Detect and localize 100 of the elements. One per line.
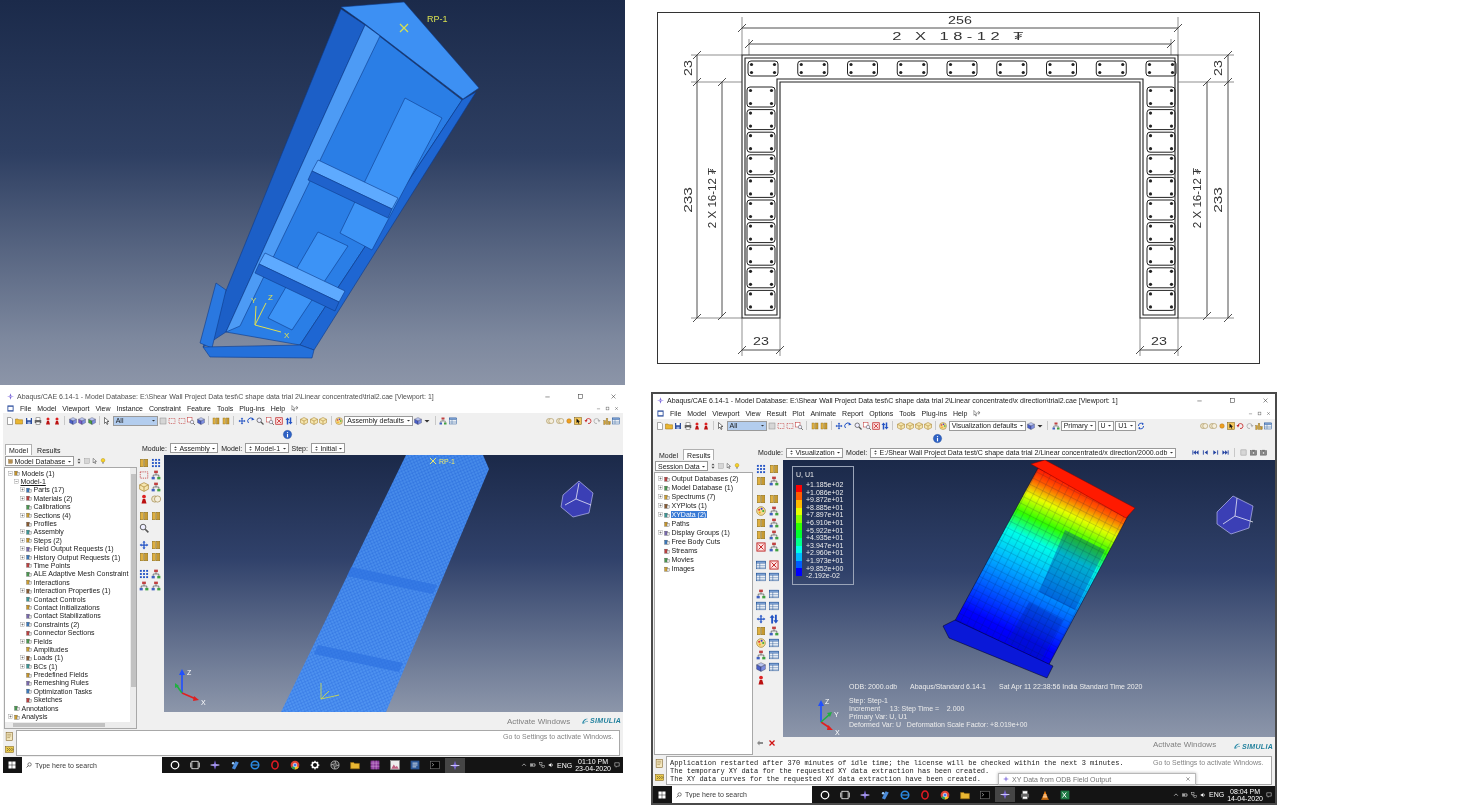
- table-icon[interactable]: [1264, 421, 1272, 430]
- help-pointer-icon[interactable]: [973, 409, 981, 417]
- columns-icon[interactable]: [756, 476, 766, 487]
- document-icon[interactable]: [6, 416, 14, 425]
- table-icon[interactable]: [448, 416, 457, 425]
- table-icon[interactable]: [612, 416, 620, 425]
- columns-icon[interactable]: [810, 421, 819, 430]
- search-icon[interactable]: [676, 791, 682, 798]
- skip-back-icon[interactable]: [1192, 449, 1199, 456]
- pawn-icon[interactable]: [139, 494, 149, 504]
- four-point-star-icon[interactable]: [1003, 776, 1009, 782]
- printer-icon[interactable]: [1020, 789, 1030, 800]
- network-icon[interactable]: [539, 762, 545, 768]
- spinner-arrows-icon[interactable]: [313, 445, 319, 451]
- search-icon[interactable]: [26, 762, 32, 768]
- hierarchy-icon[interactable]: [139, 581, 149, 591]
- expand-icon[interactable]: [658, 485, 663, 490]
- help-pointer-icon[interactable]: [291, 404, 299, 412]
- spinner-arrows-icon[interactable]: [248, 445, 254, 451]
- printer-icon[interactable]: [683, 421, 692, 430]
- swirl-logo-icon[interactable]: [1233, 742, 1242, 750]
- columns-icon[interactable]: [221, 416, 230, 425]
- back-arrow-icon[interactable]: [756, 739, 764, 747]
- caret-icon[interactable]: [1128, 423, 1134, 428]
- dot-icon[interactable]: [1218, 421, 1227, 430]
- pointer-icon[interactable]: [92, 458, 98, 464]
- bar-graph-icon[interactable]: [602, 416, 611, 425]
- expand-icon[interactable]: [20, 487, 25, 493]
- four-point-star-icon[interactable]: [657, 397, 664, 404]
- document-icon[interactable]: [656, 421, 664, 430]
- notification-icon[interactable]: [614, 762, 620, 768]
- pawn-icon[interactable]: [52, 416, 61, 425]
- ring-icon[interactable]: [170, 760, 180, 770]
- expand-icon[interactable]: [20, 554, 25, 560]
- dot-icon[interactable]: [565, 416, 574, 425]
- fit-view-icon[interactable]: [871, 421, 880, 430]
- columns-icon[interactable]: [819, 421, 828, 430]
- hierarchy-icon[interactable]: [769, 505, 779, 516]
- selection-box-icon[interactable]: [776, 421, 785, 430]
- hierarchy-icon[interactable]: [769, 542, 779, 553]
- slanted-tile-icon[interactable]: [230, 760, 240, 770]
- caret-icon[interactable]: [1089, 423, 1095, 428]
- expand-icon[interactable]: [20, 655, 25, 661]
- hierarchy-icon[interactable]: [151, 470, 161, 480]
- window-icon[interactable]: [7, 404, 14, 412]
- pawn-icon[interactable]: [756, 674, 766, 685]
- caret-icon[interactable]: [150, 418, 156, 423]
- pan-icon[interactable]: [139, 540, 149, 550]
- ring-icon[interactable]: [820, 789, 830, 800]
- hierarchy-icon[interactable]: [769, 517, 779, 528]
- oval-ring-icon[interactable]: [270, 760, 280, 770]
- speaker-icon[interactable]: [548, 762, 554, 768]
- pan-icon[interactable]: [835, 421, 844, 430]
- battery-icon[interactable]: [1182, 791, 1188, 798]
- spinner-arrows-icon[interactable]: [172, 445, 178, 451]
- expand-icon[interactable]: [658, 503, 663, 508]
- pawn-icon[interactable]: [43, 416, 52, 425]
- vertical-scrollbar[interactable]: [130, 468, 136, 722]
- table-icon[interactable]: [756, 601, 766, 612]
- battery-icon[interactable]: [530, 762, 536, 768]
- grid-icon[interactable]: [139, 569, 149, 579]
- spinner-arrows-icon[interactable]: [76, 458, 82, 464]
- task-view-icon[interactable]: [840, 789, 850, 800]
- caret-icon[interactable]: [338, 445, 344, 451]
- maximize-icon[interactable]: [577, 393, 584, 400]
- cube-icon[interactable]: [68, 416, 77, 425]
- cube-icon[interactable]: [196, 416, 205, 425]
- magnifier-icon[interactable]: [256, 416, 265, 425]
- text-document-icon[interactable]: [410, 760, 420, 770]
- hierarchy-icon[interactable]: [769, 530, 779, 541]
- close-icon[interactable]: [1185, 776, 1191, 782]
- camera-icon[interactable]: [1260, 449, 1267, 456]
- selection-box-icon[interactable]: [177, 416, 186, 425]
- table-icon[interactable]: [769, 650, 779, 661]
- columns-icon[interactable]: [151, 540, 161, 550]
- caret-icon[interactable]: [405, 418, 411, 423]
- selection-box-icon[interactable]: [786, 421, 795, 430]
- columns-icon[interactable]: [212, 416, 221, 425]
- caret-icon[interactable]: [1018, 423, 1024, 428]
- hierarchy-icon[interactable]: [756, 589, 766, 600]
- caret-icon[interactable]: [701, 463, 707, 469]
- grid-icon[interactable]: [151, 458, 161, 468]
- expand-icon[interactable]: [20, 588, 25, 594]
- color-palette-icon[interactable]: [334, 416, 343, 425]
- fit-view-icon[interactable]: [756, 542, 766, 553]
- table-icon[interactable]: [756, 571, 766, 582]
- columns-icon[interactable]: [139, 511, 149, 521]
- columns-icon[interactable]: [756, 625, 766, 636]
- swirl-logo-icon[interactable]: [581, 716, 590, 725]
- collapse-icon[interactable]: [8, 470, 13, 476]
- spinner-arrows-icon[interactable]: [873, 450, 879, 455]
- expand-icon[interactable]: [20, 638, 25, 644]
- table-icon[interactable]: [769, 662, 779, 673]
- 3d-viewport[interactable]: [783, 460, 1275, 737]
- caret-icon[interactable]: [1107, 423, 1113, 428]
- columns-icon[interactable]: [139, 458, 149, 468]
- zoom-box-icon[interactable]: [795, 421, 804, 430]
- selection-box-icon[interactable]: [168, 416, 177, 425]
- step-back-icon[interactable]: [1202, 449, 1209, 456]
- cancel-icon[interactable]: [768, 739, 776, 747]
